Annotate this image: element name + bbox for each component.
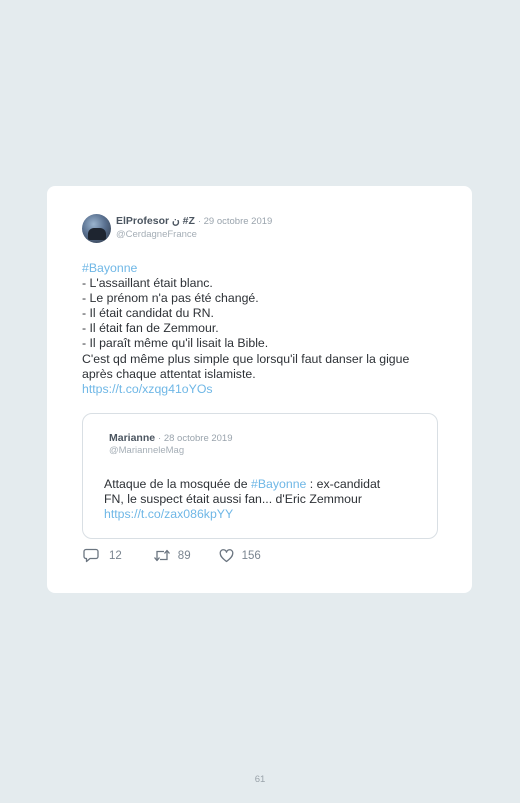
quoted-text: FN, le suspect était aussi fan... d'Eric… xyxy=(104,492,362,507)
tweet-body: #Bayonne - L'assaillant était blanc. - L… xyxy=(82,261,452,397)
retweet-action[interactable]: 89 xyxy=(153,548,191,563)
quoted-date: · 28 octobre 2019 xyxy=(158,433,233,444)
tweet-card: ElProfesor ن #Z · 29 octobre 2019 @Cerda… xyxy=(47,186,472,593)
like-count: 156 xyxy=(241,549,261,562)
tweet-line: - Il paraît même qu'il lisait la Bible. xyxy=(82,336,269,351)
author-name[interactable]: ElProfesor ن #Z xyxy=(116,215,195,227)
quoted-text: : ex-candidat xyxy=(306,477,381,491)
hashtag-link[interactable]: #Bayonne xyxy=(82,261,452,276)
page-number: 61 xyxy=(254,774,266,785)
quoted-hashtag-link[interactable]: #Bayonne xyxy=(251,477,306,491)
quoted-tweet[interactable]: Marianne · 28 octobre 2019 @MarianneleMa… xyxy=(82,413,438,539)
tweet-line: - Il était candidat du RN. xyxy=(82,306,214,321)
tweet-date: · 29 octobre 2019 xyxy=(197,216,273,227)
like-action[interactable]: 156 xyxy=(219,548,261,563)
avatar[interactable] xyxy=(82,214,111,243)
quoted-text: Attaque de la mosquée de xyxy=(104,477,251,491)
tweet-author: ElProfesor ن #Z · 29 octobre 2019 xyxy=(116,215,272,227)
tweet-actions: 12 89 156 xyxy=(83,548,261,563)
quoted-body: Attaque de la mosquée de #Bayonne : ex-c… xyxy=(104,477,424,522)
reply-icon[interactable] xyxy=(83,548,99,563)
quoted-author: Marianne · 28 octobre 2019 xyxy=(109,432,233,444)
heart-icon[interactable] xyxy=(219,548,234,563)
author-handle: @CerdagneFrance xyxy=(116,229,197,240)
reply-action[interactable]: 12 xyxy=(83,548,122,563)
quoted-handle: @MarianneleMag xyxy=(109,445,185,456)
tweet-line: - Le prénom n'a pas été changé. xyxy=(82,291,259,306)
tweet-line: après chaque attentat islamiste. xyxy=(82,366,256,381)
reply-count: 12 xyxy=(109,549,122,562)
tweet-line: - L'assaillant était blanc. xyxy=(82,276,213,291)
retweet-icon[interactable] xyxy=(153,548,171,563)
tweet-line: - Il était fan de Zemmour. xyxy=(82,321,219,336)
tweet-link[interactable]: https://t.co/xzqg41oYOs xyxy=(82,382,452,397)
retweet-count: 89 xyxy=(177,549,191,562)
quoted-link[interactable]: https://t.co/zax086kpYY xyxy=(104,507,233,521)
quoted-author-name[interactable]: Marianne xyxy=(109,432,155,444)
tweet-line: C'est qd même plus simple que lorsqu'il … xyxy=(82,351,410,366)
